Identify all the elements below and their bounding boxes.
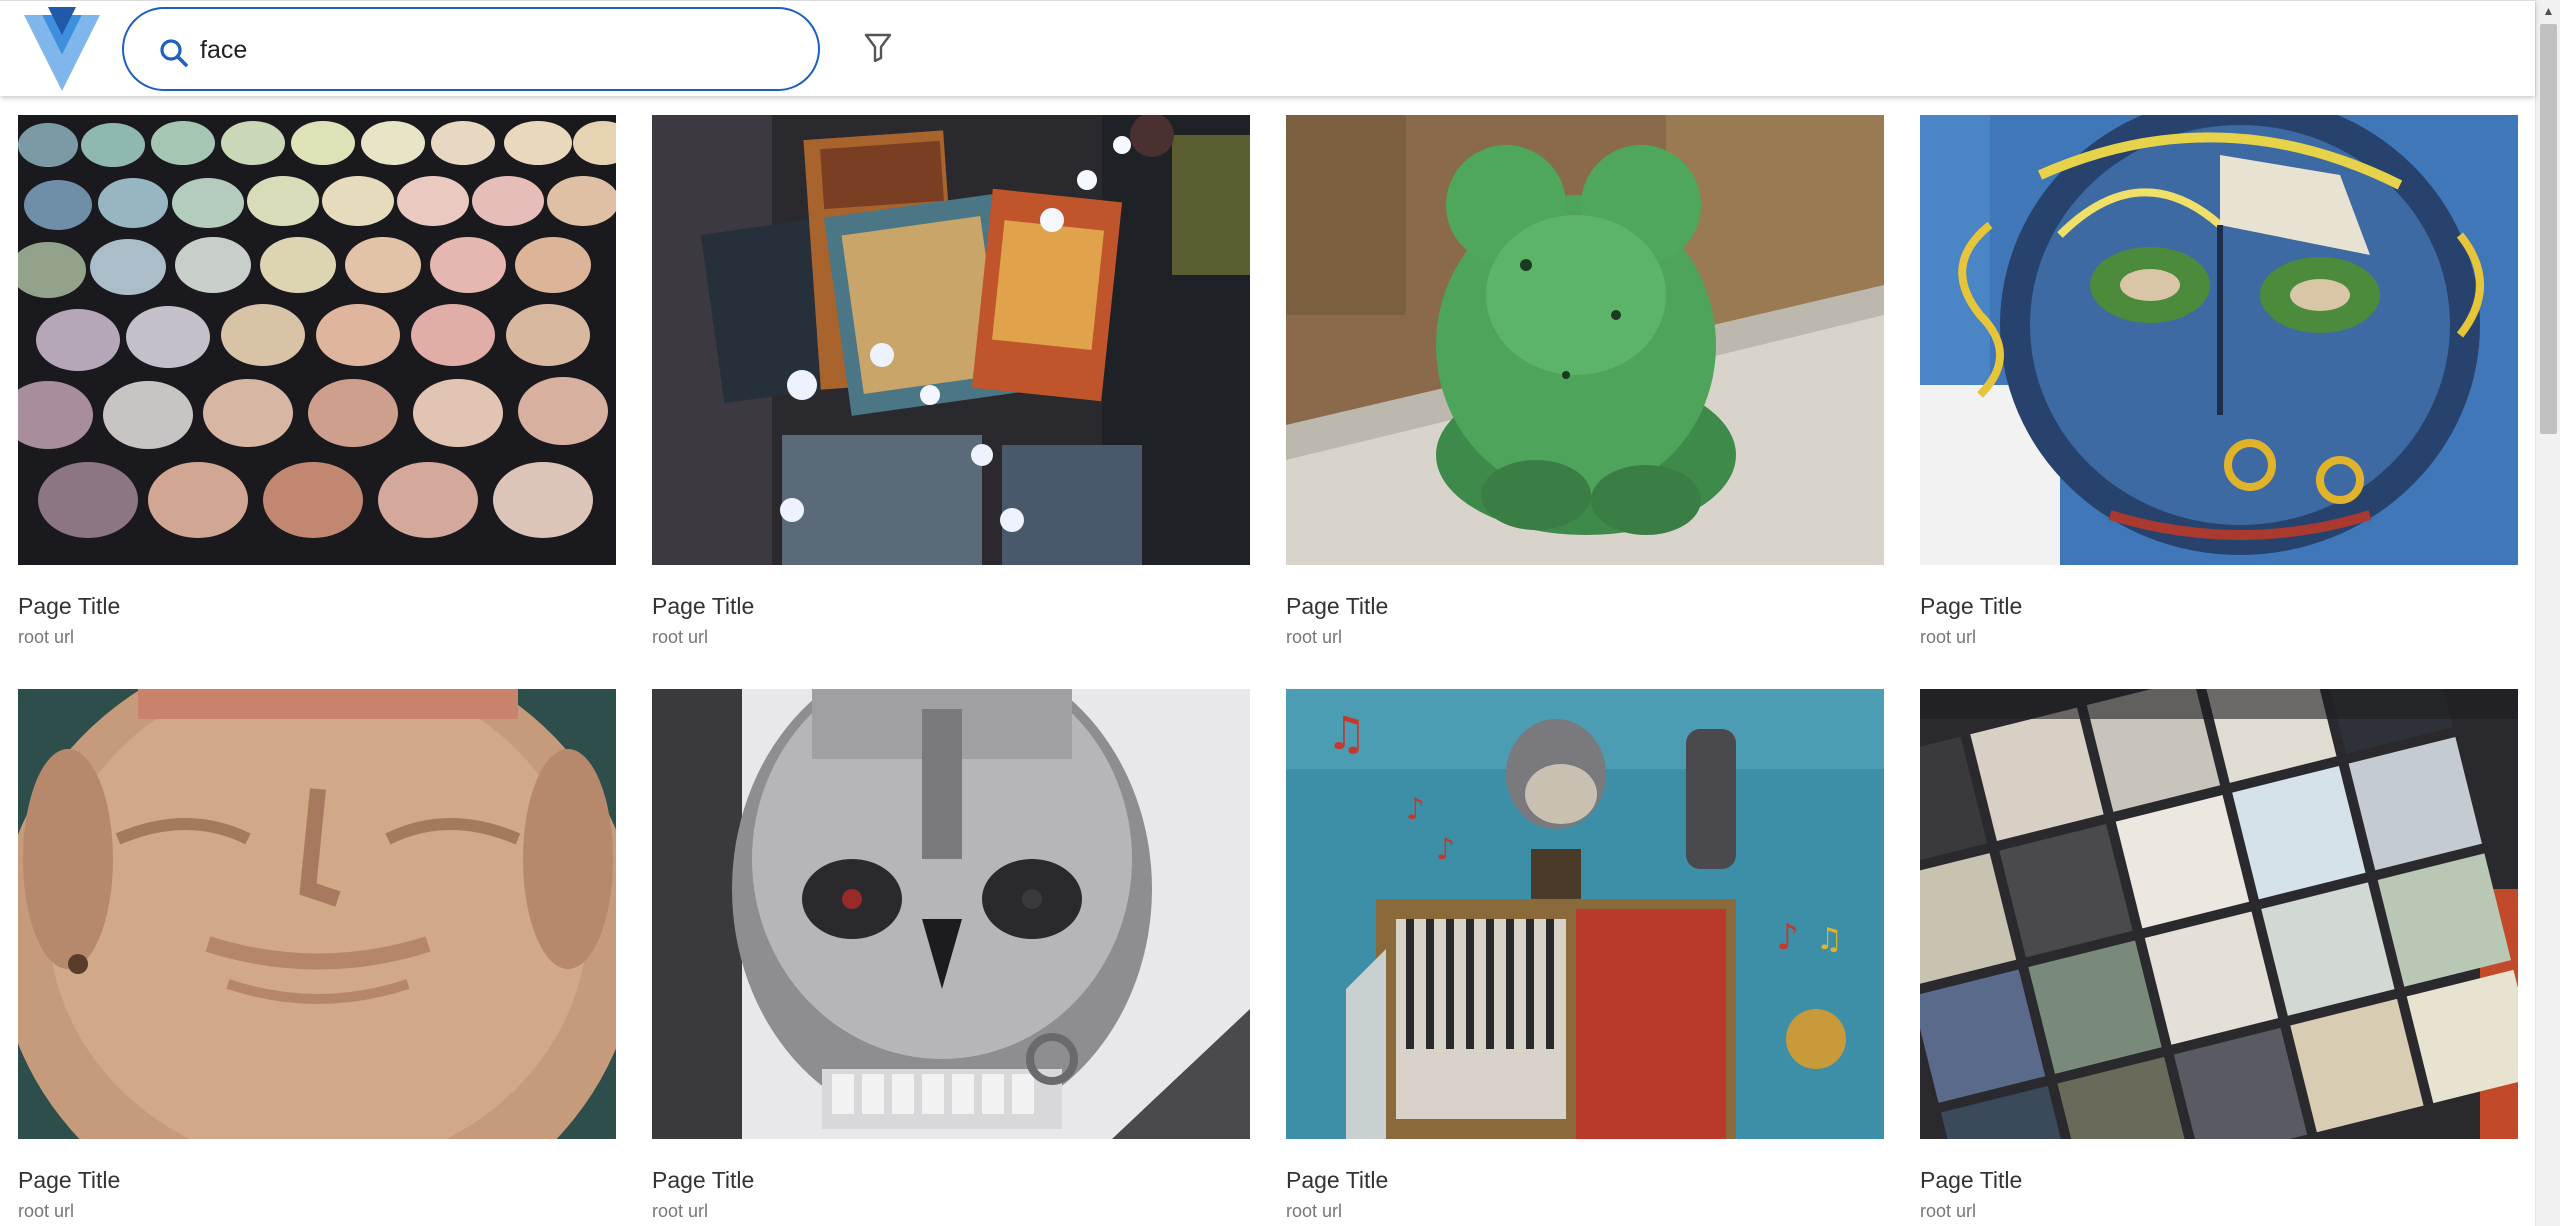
vertical-scrollbar[interactable]: ▲ (2535, 0, 2560, 1226)
result-subtitle: root url (1286, 627, 1343, 647)
result-subtitle: root url (1286, 1201, 1343, 1221)
result-title[interactable]: Page Title (1920, 1167, 2022, 1194)
result-subtitle: root url (18, 627, 75, 647)
result-image-green-figurine[interactable] (1286, 115, 1884, 565)
result-subtitle: root url (1920, 627, 1977, 647)
results-grid: Page Title root url Page Title root url … (0, 96, 2535, 1226)
result-title[interactable]: Page Title (18, 593, 120, 620)
result-title[interactable]: Page Title (652, 1167, 754, 1194)
result-image-battletech-games[interactable] (652, 115, 1250, 565)
result-card[interactable]: Page Title root url (652, 689, 1250, 1221)
result-subtitle: root url (652, 1201, 709, 1221)
result-image-painted-face[interactable] (1920, 115, 2518, 565)
result-title[interactable]: Page Title (1286, 1167, 1388, 1194)
result-title[interactable]: Page Title (18, 1167, 120, 1194)
result-subtitle: root url (652, 627, 709, 647)
result-title[interactable]: Page Title (652, 593, 754, 620)
result-title[interactable]: Page Title (1286, 593, 1388, 620)
result-image-accordion-robot[interactable]: ♫ ♪ ♪ ♪ ♪ ♫ (1286, 689, 1884, 1139)
search-input[interactable] (200, 27, 780, 73)
result-card[interactable]: Page Title root url (652, 115, 1250, 647)
search-icon (158, 37, 190, 69)
result-card[interactable]: ♫ ♪ ♪ ♪ ♪ ♫ (1286, 689, 1884, 1221)
result-subtitle: root url (1920, 1201, 1977, 1221)
filter-button[interactable] (856, 27, 900, 71)
app-bar (0, 0, 2535, 96)
filter-funnel-icon (864, 32, 892, 67)
result-image-robot-skull[interactable] (652, 689, 1250, 1139)
result-card[interactable]: Page Title root url (1920, 115, 2518, 647)
svg-text:♪: ♪ (1436, 832, 1455, 867)
scroll-up-arrow-icon[interactable]: ▲ (2536, 0, 2560, 22)
svg-text:♪: ♪ (1406, 792, 1425, 827)
result-card[interactable]: Page Title root url (1920, 689, 2518, 1221)
result-image-cd-collection[interactable] (1920, 689, 2518, 1139)
result-card[interactable]: Page Title root url (1286, 115, 1884, 647)
search-box[interactable] (122, 7, 820, 91)
result-image-clay-face[interactable] (18, 689, 616, 1139)
scrollbar-thumb[interactable] (2540, 24, 2557, 434)
svg-text:♪: ♪ (1776, 917, 1799, 958)
svg-text:♫: ♫ (1816, 922, 1843, 957)
result-image-eyeshadow-palette[interactable] (18, 115, 616, 565)
result-card[interactable]: Page Title root url (18, 689, 616, 1221)
result-card[interactable]: Page Title root url (18, 115, 616, 647)
result-subtitle: root url (18, 1201, 75, 1221)
svg-text:♫: ♫ (1326, 706, 1367, 760)
v-logo-icon[interactable] (24, 7, 100, 91)
result-title[interactable]: Page Title (1920, 593, 2022, 620)
